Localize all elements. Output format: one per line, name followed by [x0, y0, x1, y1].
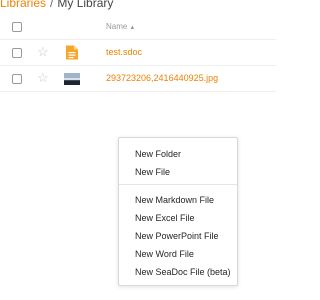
new-item-context-menu: New Folder New File New Markdown File Ne…: [118, 137, 238, 286]
star-icon[interactable]: ☆: [37, 44, 49, 60]
menu-item-new-word-file[interactable]: New Word File: [135, 248, 194, 260]
row-checkbox[interactable]: [12, 74, 22, 84]
file-table: Name ▲ ☆ test.sdoc ☆ 293723206,2416440925…: [0, 14, 276, 92]
menu-divider: [119, 184, 237, 185]
star-icon[interactable]: ☆: [37, 70, 49, 86]
table-row[interactable]: ☆ test.sdoc: [0, 40, 276, 66]
menu-item-new-powerpoint-file[interactable]: New PowerPoint File: [135, 230, 219, 242]
name-column-label: Name: [106, 22, 128, 31]
breadcrumb-libraries-link[interactable]: Libraries: [0, 0, 46, 10]
row-checkbox[interactable]: [12, 48, 22, 58]
table-row[interactable]: ☆ 293723206,2416440925.jpg: [0, 66, 276, 92]
sdoc-file-icon: [66, 45, 78, 60]
menu-item-new-excel-file[interactable]: New Excel File: [135, 212, 195, 224]
menu-item-new-seadoc-file[interactable]: New SeaDoc File (beta): [135, 266, 231, 278]
name-column-header[interactable]: Name ▲: [106, 22, 135, 31]
breadcrumb-current: My Library: [57, 0, 114, 10]
breadcrumb: Libraries / My Library: [0, 0, 113, 11]
breadcrumb-separator: /: [50, 0, 54, 10]
file-name-link[interactable]: 293723206,2416440925.jpg: [106, 72, 218, 85]
table-header-row: Name ▲: [0, 14, 276, 40]
menu-item-new-file[interactable]: New File: [135, 166, 170, 178]
menu-item-new-folder[interactable]: New Folder: [135, 148, 181, 160]
sort-ascending-icon: ▲: [129, 25, 136, 31]
menu-item-new-markdown-file[interactable]: New Markdown File: [135, 194, 214, 206]
file-name-link[interactable]: test.sdoc: [106, 46, 142, 59]
image-thumbnail: [64, 73, 80, 85]
select-all-checkbox[interactable]: [12, 22, 22, 32]
